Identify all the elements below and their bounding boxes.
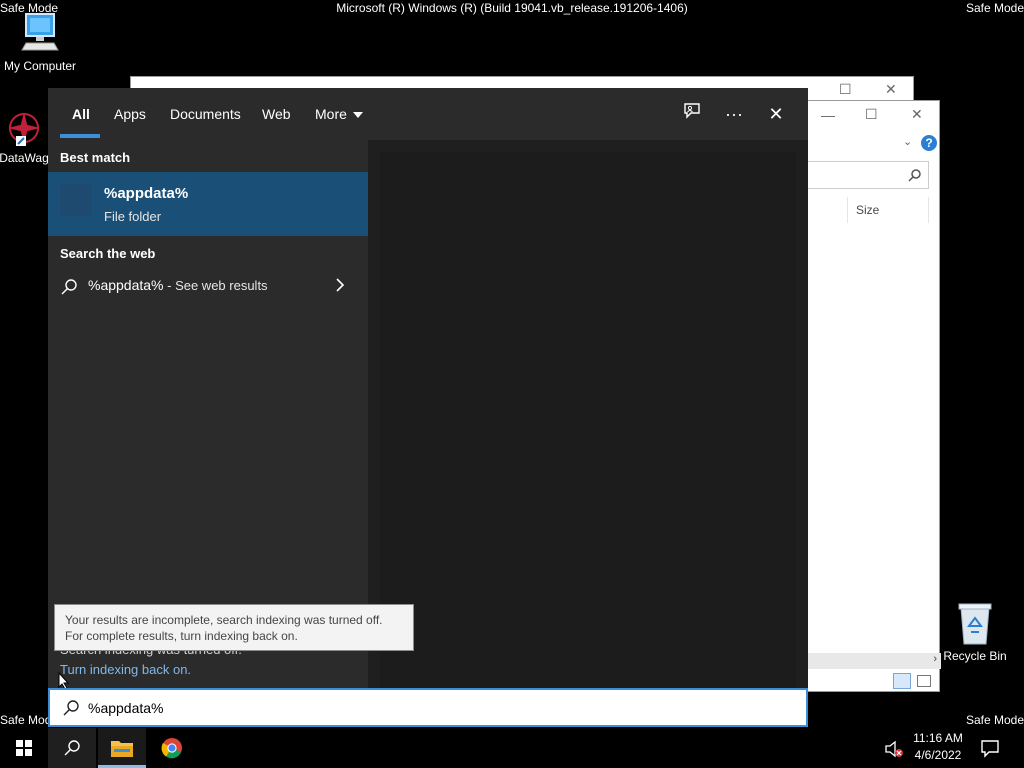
chevron-right-icon[interactable]	[334, 276, 346, 294]
tab-documents[interactable]: Documents	[170, 106, 241, 122]
web-result-row[interactable]: %appdata% - See web results	[48, 270, 368, 302]
tab-all[interactable]: All	[72, 106, 90, 122]
web-result-suffix: - See web results	[163, 278, 268, 293]
chrome-icon	[161, 738, 182, 759]
windows-build-title: Microsoft (R) Windows (R) (Build 19041.v…	[336, 1, 688, 15]
minimize-icon[interactable]: —	[821, 107, 835, 123]
close-icon[interactable]: ✕	[885, 81, 897, 98]
desktop-icon-label: My Computer	[3, 59, 77, 73]
chevron-down-icon[interactable]: ⌄	[903, 135, 912, 148]
search-icon	[61, 279, 77, 295]
details-view-icon[interactable]	[893, 673, 911, 689]
file-explorer-icon	[111, 741, 133, 757]
windows-logo-icon	[16, 740, 32, 756]
desktop-icon-datawag[interactable]: DataWag	[0, 108, 54, 165]
tab-web[interactable]: Web	[262, 106, 291, 122]
turn-indexing-on-link[interactable]: Turn indexing back on.	[60, 662, 191, 677]
tab-more[interactable]: More	[315, 106, 363, 122]
feedback-icon	[684, 103, 700, 119]
close-search-button[interactable]: ✕	[762, 102, 790, 126]
column-header-label: Size	[856, 203, 880, 217]
safe-mode-label-bottom-right: Safe Mode	[965, 713, 1024, 727]
clock-date: 4/6/2022	[914, 748, 962, 762]
action-center-button[interactable]	[980, 738, 1002, 758]
scroll-right-icon[interactable]: ›	[933, 653, 937, 665]
tab-more-label: More	[315, 106, 347, 122]
search-flyout: All Apps Documents Web More ··· ✕ Best m…	[48, 88, 808, 688]
feedback-button[interactable]	[678, 102, 706, 126]
search-icon	[908, 169, 921, 182]
large-icons-view-icon[interactable]	[917, 675, 931, 687]
taskbar-chrome[interactable]	[148, 728, 196, 768]
desktop-icon-label: Recycle Bin	[943, 649, 1007, 663]
chevron-down-icon	[352, 112, 363, 119]
close-icon[interactable]: ✕	[911, 106, 923, 123]
system-clock[interactable]: 11:16 AM 4/6/2022	[908, 730, 968, 764]
search-input[interactable]	[88, 698, 688, 718]
computer-icon	[21, 13, 59, 51]
volume-muted-icon[interactable]	[884, 740, 904, 758]
start-button[interactable]	[0, 728, 48, 768]
active-tab-indicator	[60, 134, 100, 138]
ellipsis-icon: ···	[725, 104, 743, 124]
indexing-tooltip: Your results are incomplete, search inde…	[54, 604, 414, 651]
maximize-icon[interactable]: ☐	[865, 106, 878, 123]
best-match-header: Best match	[60, 150, 131, 165]
help-icon[interactable]: ?	[921, 135, 937, 151]
search-box[interactable]	[48, 688, 808, 727]
more-options-button[interactable]: ···	[720, 102, 748, 126]
best-match-result[interactable]	[48, 172, 368, 236]
web-result-text: %appdata% - See web results	[88, 277, 268, 293]
desktop-icon-my-computer[interactable]: My Computer	[0, 12, 80, 73]
taskbar: 11:16 AM 4/6/2022	[0, 728, 1024, 768]
best-match-name: %appdata%	[104, 185, 189, 202]
search-icon	[63, 700, 79, 716]
maximize-icon[interactable]: ☐	[839, 81, 852, 98]
desktop-icon-recycle-bin[interactable]: Recycle Bin	[940, 602, 1010, 663]
desktop-icon-label: DataWag	[0, 151, 49, 165]
taskbar-file-explorer[interactable]	[98, 728, 146, 768]
taskbar-search-button[interactable]	[48, 728, 96, 768]
datawag-icon	[8, 112, 40, 146]
preview-pane	[380, 152, 796, 688]
notification-icon	[981, 740, 999, 758]
search-field[interactable]	[807, 161, 929, 189]
best-match-type: File folder	[104, 209, 162, 224]
horizontal-scrollbar[interactable]: ›	[807, 653, 941, 669]
folder-icon	[60, 184, 92, 216]
search-tabs: All Apps Documents Web More ··· ✕	[48, 88, 808, 140]
search-the-web-header: Search the web	[60, 246, 156, 261]
clock-time: 11:16 AM	[913, 731, 963, 745]
search-icon	[64, 740, 80, 756]
background-explorer-window-front[interactable]: — ☐ ✕ ⌄ ? Size ›	[806, 100, 941, 692]
tab-apps[interactable]: Apps	[114, 106, 146, 122]
column-header-size[interactable]: Size	[847, 197, 929, 223]
recycle-bin-icon	[958, 603, 992, 645]
close-icon: ✕	[768, 104, 784, 124]
web-result-query: %appdata%	[88, 277, 164, 293]
